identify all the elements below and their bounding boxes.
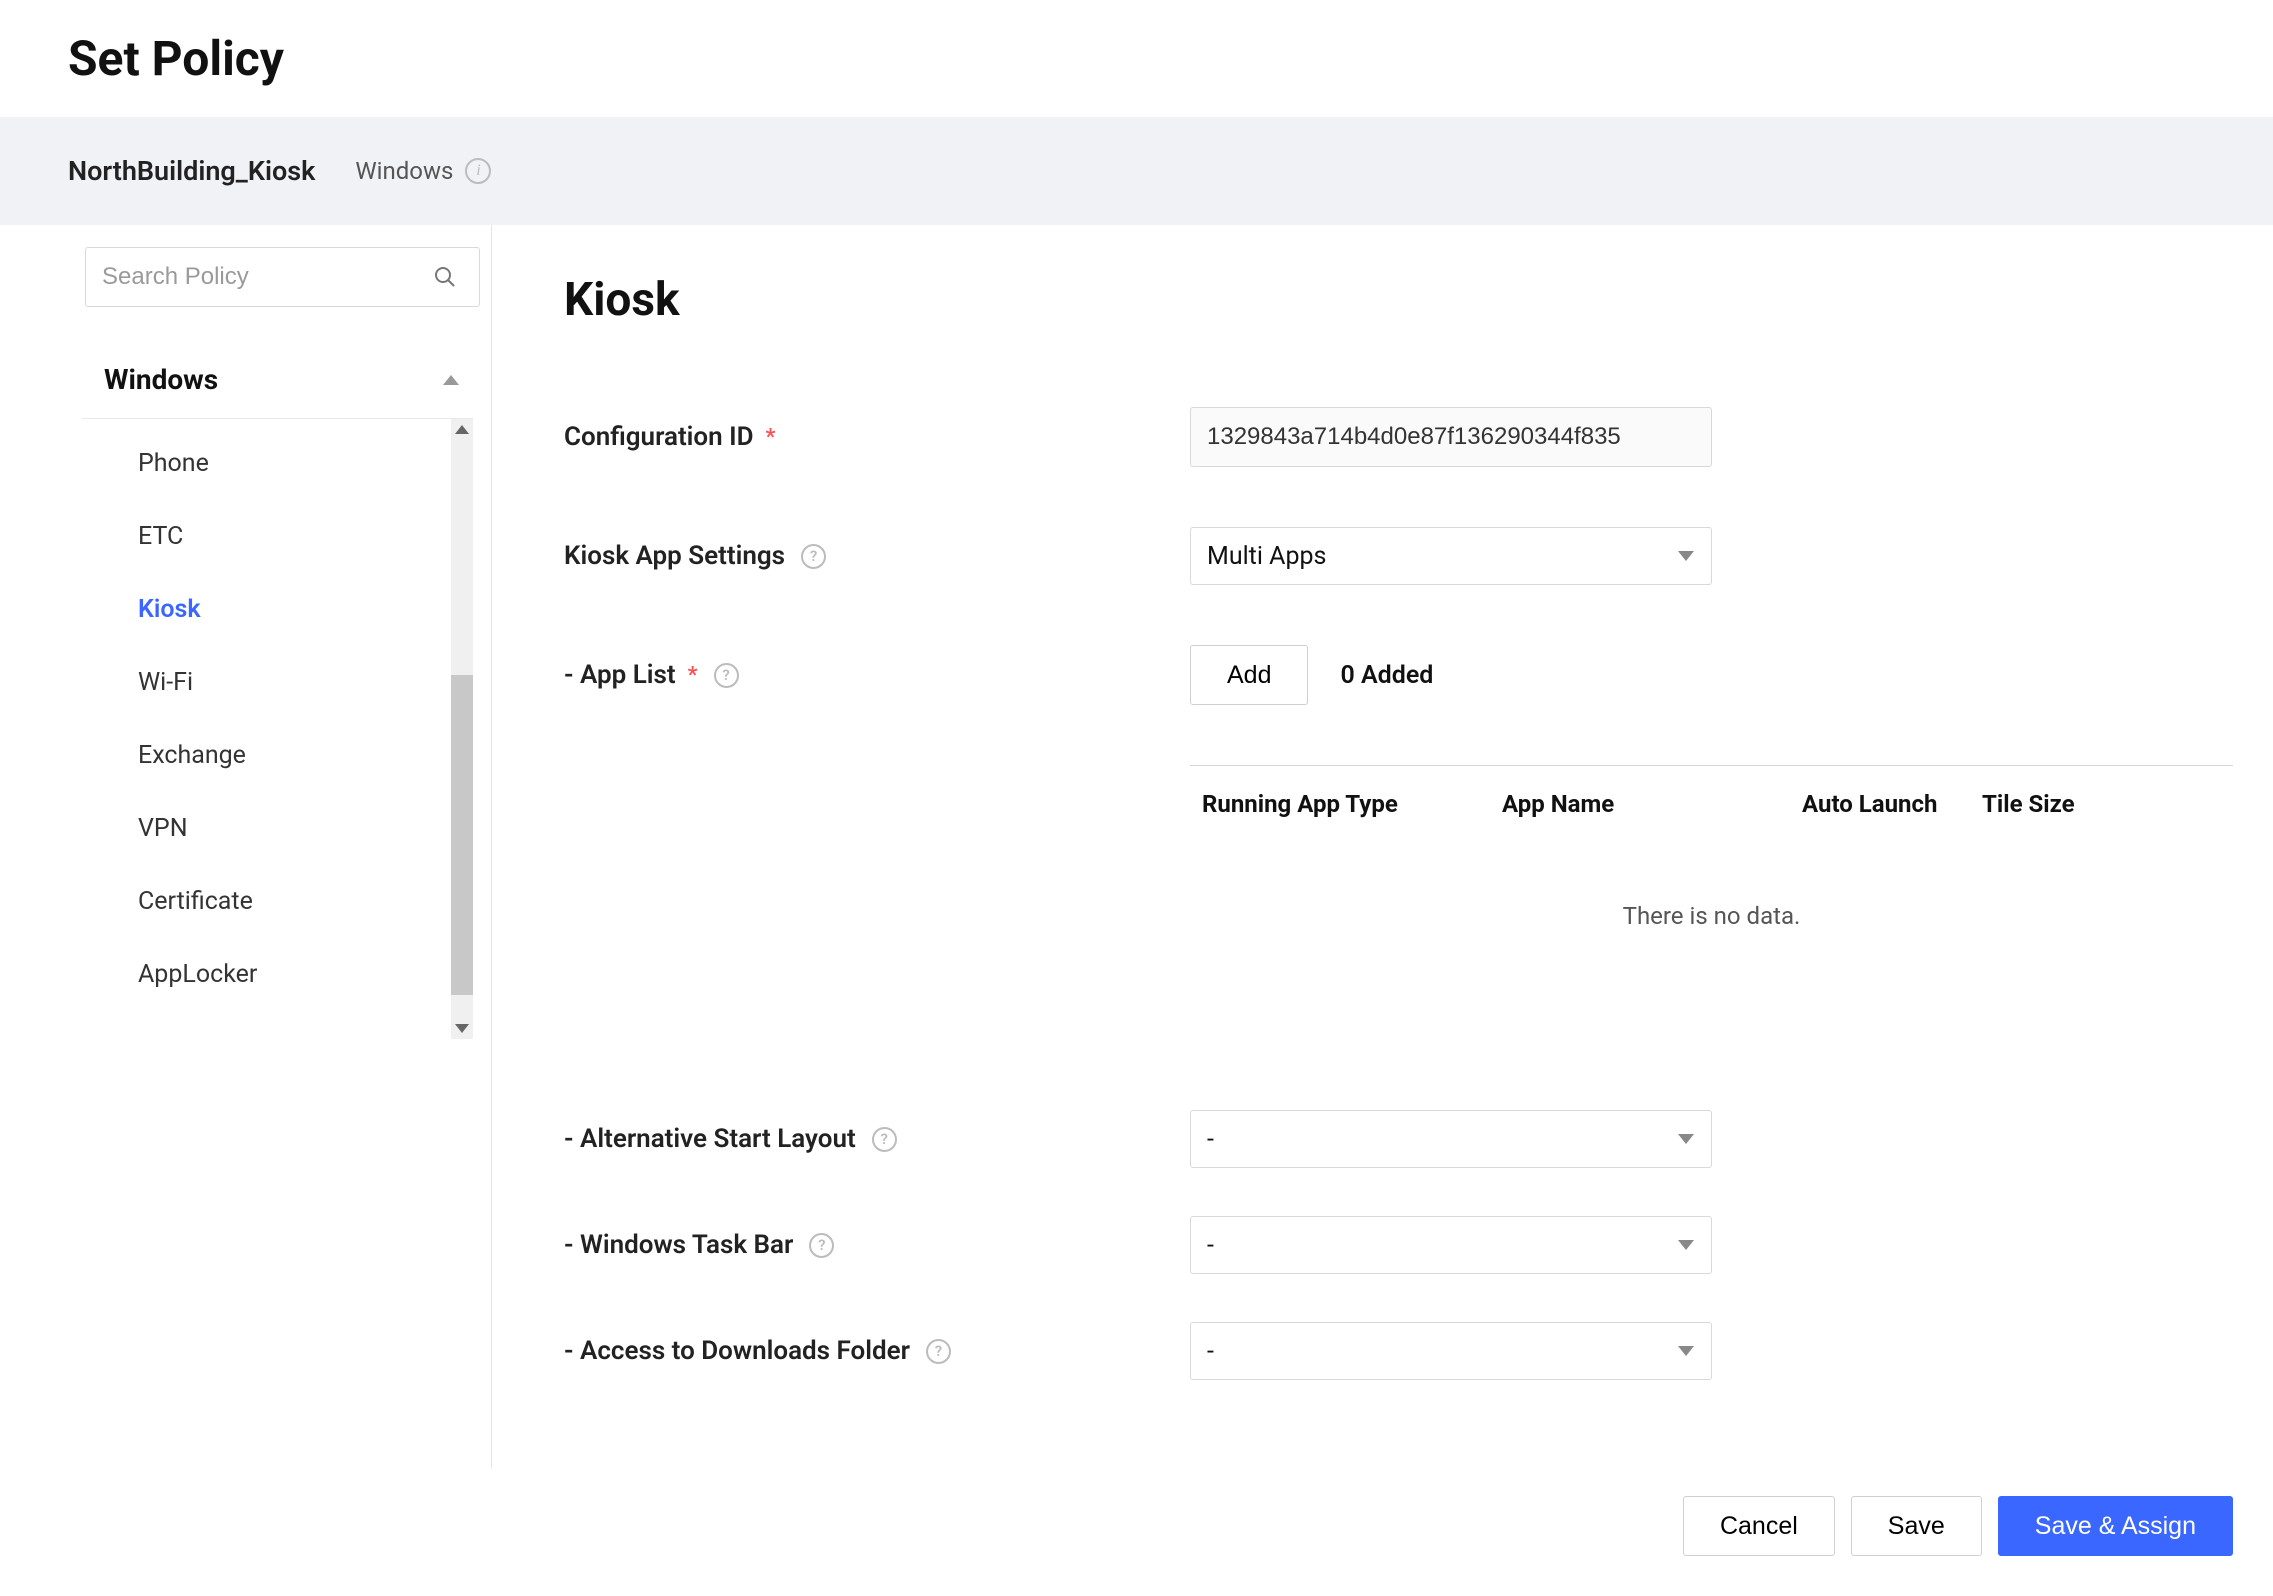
chevron-up-icon xyxy=(443,375,459,385)
tree-scroll: Phone ETC Kiosk Wi-Fi Exchange VPN Certi… xyxy=(82,419,473,1039)
app-list-controls: Add 0 Added xyxy=(1190,645,1433,705)
required-marker: * xyxy=(688,663,698,688)
sidebar-item-wifi[interactable]: Wi-Fi xyxy=(82,646,473,719)
table-empty-message: There is no data. xyxy=(1190,842,2233,1110)
row-config-id: Configuration ID * xyxy=(564,407,2233,467)
downloads-value: - xyxy=(1190,1322,1712,1380)
sidebar-item-etc[interactable]: ETC xyxy=(82,500,473,573)
scroll-up-icon[interactable] xyxy=(455,425,469,434)
search-icon xyxy=(433,265,457,289)
sidebar-item-certificate[interactable]: Certificate xyxy=(82,865,473,938)
subheader-bar: NorthBuilding_Kiosk Windows i xyxy=(0,117,2273,225)
label-taskbar-text: - Windows Task Bar xyxy=(564,1230,793,1260)
sidebar-item-kiosk[interactable]: Kiosk xyxy=(82,573,473,646)
label-downloads: - Access to Downloads Folder ? xyxy=(564,1336,1190,1366)
label-config-id: Configuration ID * xyxy=(564,422,1190,452)
platform-text: Windows xyxy=(355,157,453,185)
page-header: Set Policy xyxy=(0,0,2273,117)
row-app-list: - App List * ? Add 0 Added xyxy=(564,645,2233,705)
kiosk-app-settings-value: Multi Apps xyxy=(1190,527,1712,585)
help-icon[interactable]: ? xyxy=(714,663,739,688)
tree-header-windows[interactable]: Windows xyxy=(82,341,473,419)
added-count: 0 Added xyxy=(1340,661,1433,690)
row-taskbar: - Windows Task Bar ? - xyxy=(564,1216,2233,1274)
col-running-app-type: Running App Type xyxy=(1202,790,1502,818)
sidebar-item-phone[interactable]: Phone xyxy=(82,427,473,500)
label-alt-start: - Alternative Start Layout ? xyxy=(564,1124,1190,1154)
required-marker: * xyxy=(766,425,776,450)
sidebar-item-applocker[interactable]: AppLocker xyxy=(82,938,473,1011)
footer-actions: Cancel Save Save & Assign xyxy=(0,1468,2273,1596)
chevron-down-icon xyxy=(1678,1134,1694,1144)
chevron-down-icon xyxy=(1678,1240,1694,1250)
label-downloads-text: - Access to Downloads Folder xyxy=(564,1336,910,1366)
help-icon[interactable]: ? xyxy=(872,1127,897,1152)
col-tile-size: Tile Size xyxy=(1982,790,2142,818)
app-table: Running App Type App Name Auto Launch Ti… xyxy=(1190,765,2233,1110)
scrollbar-track[interactable] xyxy=(451,419,473,1039)
taskbar-select[interactable]: - xyxy=(1190,1216,1712,1274)
content-title: Kiosk xyxy=(564,273,2233,327)
row-kiosk-app-settings: Kiosk App Settings ? Multi Apps xyxy=(564,527,2233,585)
save-button[interactable]: Save xyxy=(1851,1496,1982,1556)
downloads-select[interactable]: - xyxy=(1190,1322,1712,1380)
content-panel: Kiosk Configuration ID * Kiosk App Setti… xyxy=(492,225,2273,1468)
sidebar: Windows Phone ETC Kiosk Wi-Fi Exchange V… xyxy=(0,225,492,1468)
help-icon[interactable]: ? xyxy=(926,1339,951,1364)
label-kiosk-app-settings: Kiosk App Settings ? xyxy=(564,541,1190,571)
kiosk-app-settings-select[interactable]: Multi Apps xyxy=(1190,527,1712,585)
scrollbar-thumb[interactable] xyxy=(451,675,473,995)
chevron-down-icon xyxy=(1678,551,1694,561)
scroll-down-icon[interactable] xyxy=(455,1024,469,1033)
help-icon[interactable]: ? xyxy=(809,1233,834,1258)
info-icon[interactable]: i xyxy=(465,158,491,184)
label-app-list: - App List * ? xyxy=(564,660,1190,690)
label-config-id-text: Configuration ID xyxy=(564,422,754,452)
save-assign-button[interactable]: Save & Assign xyxy=(1998,1496,2233,1556)
label-alt-start-text: - Alternative Start Layout xyxy=(564,1124,856,1154)
search-wrap xyxy=(85,247,473,307)
cancel-button[interactable]: Cancel xyxy=(1683,1496,1835,1556)
label-taskbar: - Windows Task Bar ? xyxy=(564,1230,1190,1260)
row-downloads: - Access to Downloads Folder ? - xyxy=(564,1322,2233,1380)
main-area: Windows Phone ETC Kiosk Wi-Fi Exchange V… xyxy=(0,225,2273,1468)
policy-name: NorthBuilding_Kiosk xyxy=(68,155,315,187)
page-title: Set Policy xyxy=(68,30,2273,87)
taskbar-value: - xyxy=(1190,1216,1712,1274)
col-app-name: App Name xyxy=(1502,790,1802,818)
app-table-head: Running App Type App Name Auto Launch Ti… xyxy=(1190,766,2233,842)
chevron-down-icon xyxy=(1678,1346,1694,1356)
platform-label: Windows i xyxy=(355,157,491,185)
help-icon[interactable]: ? xyxy=(801,544,826,569)
tree-header-label: Windows xyxy=(104,363,218,396)
config-id-input[interactable] xyxy=(1190,407,1712,467)
alt-start-select[interactable]: - xyxy=(1190,1110,1712,1168)
alt-start-value: - xyxy=(1190,1110,1712,1168)
sidebar-item-vpn[interactable]: VPN xyxy=(82,792,473,865)
sidebar-item-exchange[interactable]: Exchange xyxy=(82,719,473,792)
col-auto-launch: Auto Launch xyxy=(1802,790,1982,818)
label-app-list-text: - App List xyxy=(564,660,676,690)
add-button[interactable]: Add xyxy=(1190,645,1308,705)
search-input[interactable] xyxy=(85,247,480,307)
label-kiosk-app-settings-text: Kiosk App Settings xyxy=(564,541,785,571)
row-alt-start: - Alternative Start Layout ? - xyxy=(564,1110,2233,1168)
